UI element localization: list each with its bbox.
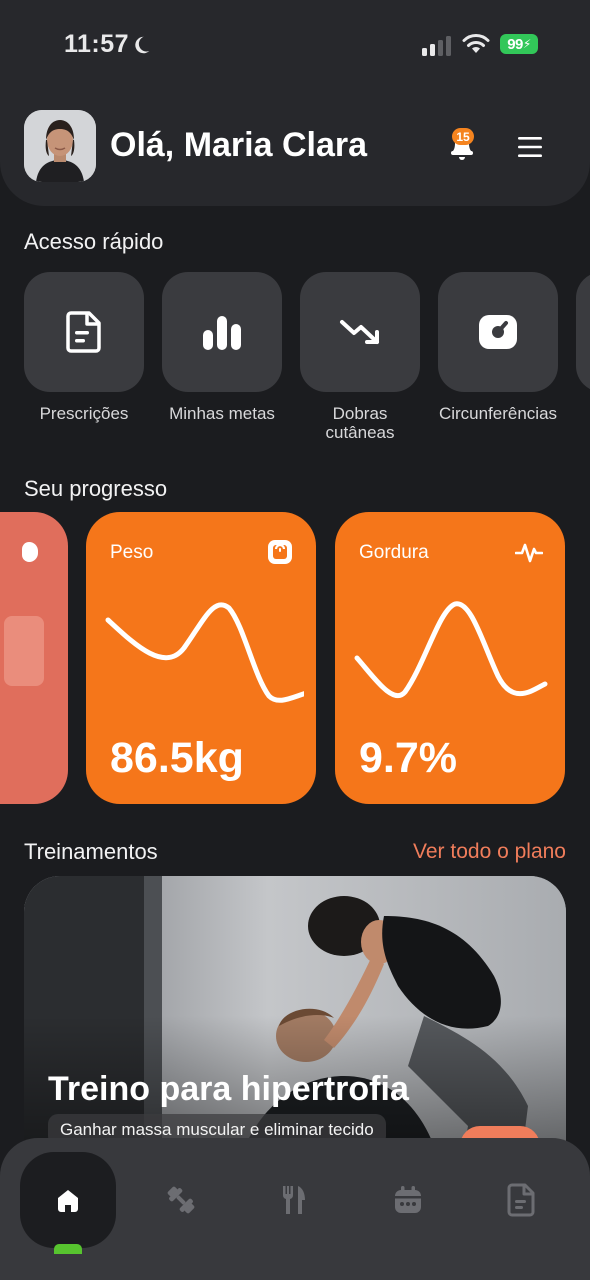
wifi-icon [462,34,490,53]
quick-access-tile[interactable] [438,272,558,392]
document-icon [66,311,101,353]
progress-card-title: Gordura [359,542,429,563]
progress-trend-line [354,601,548,698]
greeting-title: Olá, Maria Clara [110,126,368,164]
cellular-signal-icon [422,36,451,56]
header: 11:57 99 ⚡ Olá, Maria Clara 15 [0,0,590,206]
quick-access-dobras[interactable]: Dobras cutâneas [300,272,420,442]
nav-home[interactable] [20,1152,116,1254]
progress-card-gordura[interactable]: Gordura 9.7% [335,512,565,804]
nav-workouts[interactable] [133,1152,229,1248]
pie-icon [22,542,38,562]
progress-trend-line [105,602,304,703]
avatar[interactable] [24,110,96,182]
charging-bolt-icon: ⚡ [522,37,531,51]
quick-access-tile[interactable] [24,272,144,392]
avatar-portrait [24,110,96,182]
bottom-navigation [0,1138,590,1280]
app-screen: 11:57 99 ⚡ Olá, Maria Clara 15 Acesso rá… [0,0,590,1280]
gauge-icon [479,315,517,349]
activity-pulse-icon [515,543,543,563]
battery-indicator: 99 ⚡ [500,34,538,54]
battery-level: 99 [507,35,523,53]
quick-access-label: Prescrições [39,404,129,423]
bar-shape [4,616,44,686]
quick-access-label: Minhas metas [169,404,275,423]
fork-knife-icon [282,1186,305,1214]
quick-access-prescricoes[interactable]: Prescrições [24,272,144,423]
quick-access-metas[interactable]: Minhas metas [162,272,282,423]
document-icon [507,1183,535,1217]
trend-down-icon [340,320,379,344]
nav-calendar[interactable] [360,1152,456,1248]
progress-card-value: 9.7% [359,734,458,782]
quick-access-tile[interactable] [162,272,282,392]
dumbbell-icon [167,1186,195,1214]
quick-access-title: Acesso rápido [24,229,164,254]
quick-access-tile[interactable] [300,272,420,392]
progress-card-title: Peso [110,542,154,563]
active-indicator [54,1244,82,1254]
status-bar: 11:57 99 ⚡ [0,0,590,88]
quick-access-circunferencias[interactable]: Circunferências [438,272,558,423]
hamburger-menu-icon[interactable] [518,136,542,158]
progress-card-value: 86.5kg [110,734,244,782]
nav-nutrition[interactable] [246,1152,342,1248]
progress-card-partial[interactable] [0,512,68,804]
see-all-plan-link[interactable]: Ver todo o plano [413,840,566,864]
progress-card-peso[interactable]: Peso 86.5kg [86,512,316,804]
calendar-icon [395,1186,421,1213]
progress-title: Seu progresso [24,476,168,501]
trainings-title: Treinamentos [24,839,158,864]
notification-badge: 15 [452,128,474,145]
quick-access-more[interactable] [576,272,590,392]
scale-icon [268,540,292,564]
training-title: Treino para hipertrofia [48,1070,409,1108]
moon-icon [135,36,150,54]
quick-access-label: Circunferências [438,404,558,423]
bar-chart-icon [203,316,241,350]
quick-access-label: Dobras cutâneas [325,404,395,442]
status-time: 11:57 [64,30,130,58]
quick-access-tile[interactable] [576,272,590,392]
nav-documents[interactable] [473,1152,569,1248]
home-icon [58,1190,78,1212]
